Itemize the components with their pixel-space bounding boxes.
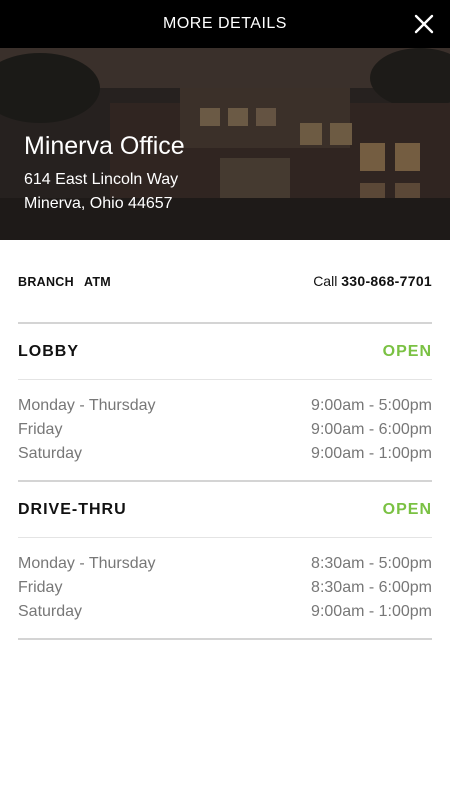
hours-row: Saturday 9:00am - 1:00pm [18, 442, 432, 466]
lobby-status-badge: OPEN [382, 342, 432, 360]
hours-row: Saturday 9:00am - 1:00pm [18, 600, 432, 624]
tab-atm[interactable]: ATM [84, 275, 111, 289]
office-photo: Minerva Office 614 East Lincoln Way Mine… [0, 48, 450, 240]
address-line-1: 614 East Lincoln Way [24, 171, 179, 188]
tab-branch[interactable]: BRANCH [18, 275, 74, 289]
tabs-row: BRANCH ATM Call 330-868-7701 [18, 240, 432, 324]
close-icon[interactable] [412, 12, 436, 36]
phone-number[interactable]: 330-868-7701 [341, 273, 432, 289]
hours-day: Saturday [18, 603, 83, 620]
hours-time: 9:00am - 1:00pm [311, 445, 432, 462]
office-name: Minerva Office [24, 132, 185, 160]
top-bar: MORE DETAILS [0, 0, 450, 48]
hours-time: 9:00am - 5:00pm [311, 397, 432, 414]
drive-thru-section: DRIVE-THRU OPEN Monday - Thursday 8:30am… [18, 482, 432, 640]
lobby-title: LOBBY [18, 342, 79, 360]
hours-row: Monday - Thursday 9:00am - 5:00pm [18, 394, 432, 418]
hours-day: Friday [18, 579, 63, 596]
address-line-2: Minerva, Ohio 44657 [24, 195, 173, 212]
drive-thru-hours: Monday - Thursday 8:30am - 5:00pm Friday… [18, 538, 432, 638]
hours-row: Friday 9:00am - 6:00pm [18, 418, 432, 442]
drive-thru-header: DRIVE-THRU OPEN [18, 482, 432, 538]
hours-time: 9:00am - 1:00pm [311, 603, 432, 620]
drive-thru-title: DRIVE-THRU [18, 500, 127, 518]
drive-thru-status-badge: OPEN [382, 500, 432, 518]
hours-day: Friday [18, 421, 63, 438]
hours-row: Monday - Thursday 8:30am - 5:00pm [18, 552, 432, 576]
hours-day: Monday - Thursday [18, 397, 156, 414]
call-label: Call [313, 273, 338, 289]
hours-day: Saturday [18, 445, 83, 462]
hours-day: Monday - Thursday [18, 555, 156, 572]
call-link[interactable]: Call 330-868-7701 [313, 273, 432, 289]
hours-time: 9:00am - 6:00pm [311, 421, 432, 438]
lobby-section: LOBBY OPEN Monday - Thursday 9:00am - 5:… [18, 324, 432, 482]
hours-row: Friday 8:30am - 6:00pm [18, 576, 432, 600]
page-title: MORE DETAILS [163, 15, 287, 32]
lobby-hours: Monday - Thursday 9:00am - 5:00pm Friday… [18, 380, 432, 480]
details-content: BRANCH ATM Call 330-868-7701 LOBBY OPEN … [18, 240, 432, 640]
hours-time: 8:30am - 6:00pm [311, 579, 432, 596]
tabs: BRANCH ATM [18, 273, 111, 289]
hours-time: 8:30am - 5:00pm [311, 555, 432, 572]
lobby-header: LOBBY OPEN [18, 324, 432, 380]
